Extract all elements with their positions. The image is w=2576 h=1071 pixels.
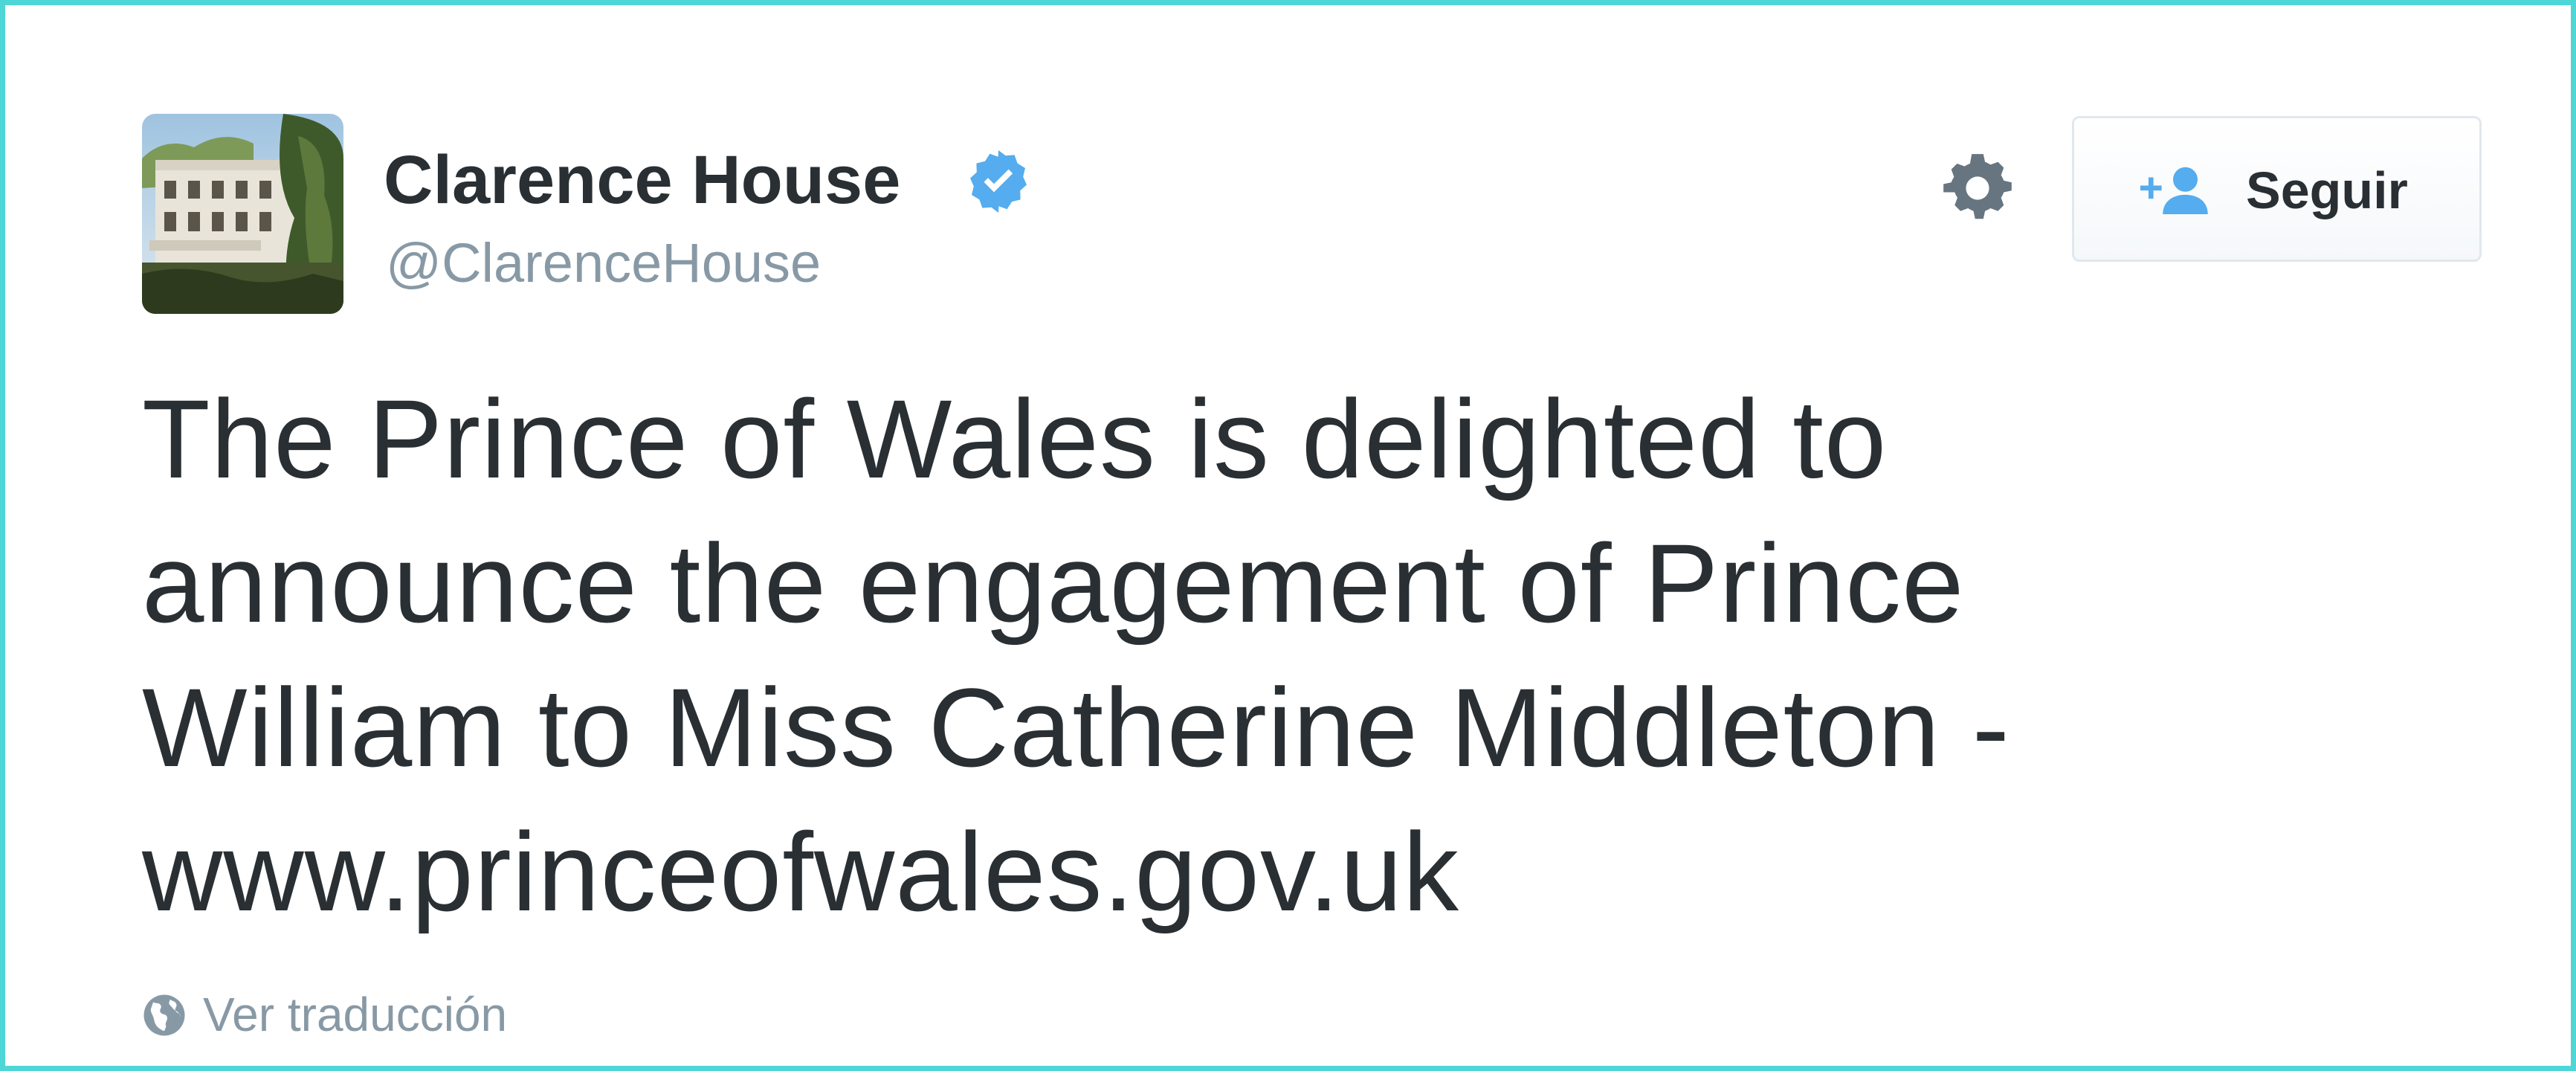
tweet-text-line: William to Miss Catherine Middleton - [142, 665, 2010, 790]
building-photo-icon [142, 114, 343, 314]
user-handle[interactable]: @ClarenceHouse [386, 230, 821, 297]
follow-button-label: Seguir [2246, 161, 2408, 219]
translate-label: Ver traducción [203, 988, 508, 1041]
follow-button[interactable]: Seguir [2072, 116, 2482, 262]
verified-badge-icon [963, 146, 1034, 217]
tweet-text-line: The Prince of Wales is delighted to [142, 376, 1888, 501]
gear-icon[interactable] [1937, 147, 2018, 229]
tweet-card: Clarence House @ClarenceHouse Seguir The… [0, 0, 2576, 1071]
globe-icon [142, 993, 187, 1038]
add-user-icon [2132, 165, 2214, 214]
avatar[interactable] [142, 114, 343, 314]
tweet-text: The Prince of Wales is delighted to anno… [142, 367, 2372, 944]
display-name[interactable]: Clarence House [384, 139, 900, 221]
tweet-text-line: announce the engagement of Prince [142, 521, 1965, 646]
tweet-link[interactable]: www.princeofwales.gov.uk [142, 800, 2372, 944]
